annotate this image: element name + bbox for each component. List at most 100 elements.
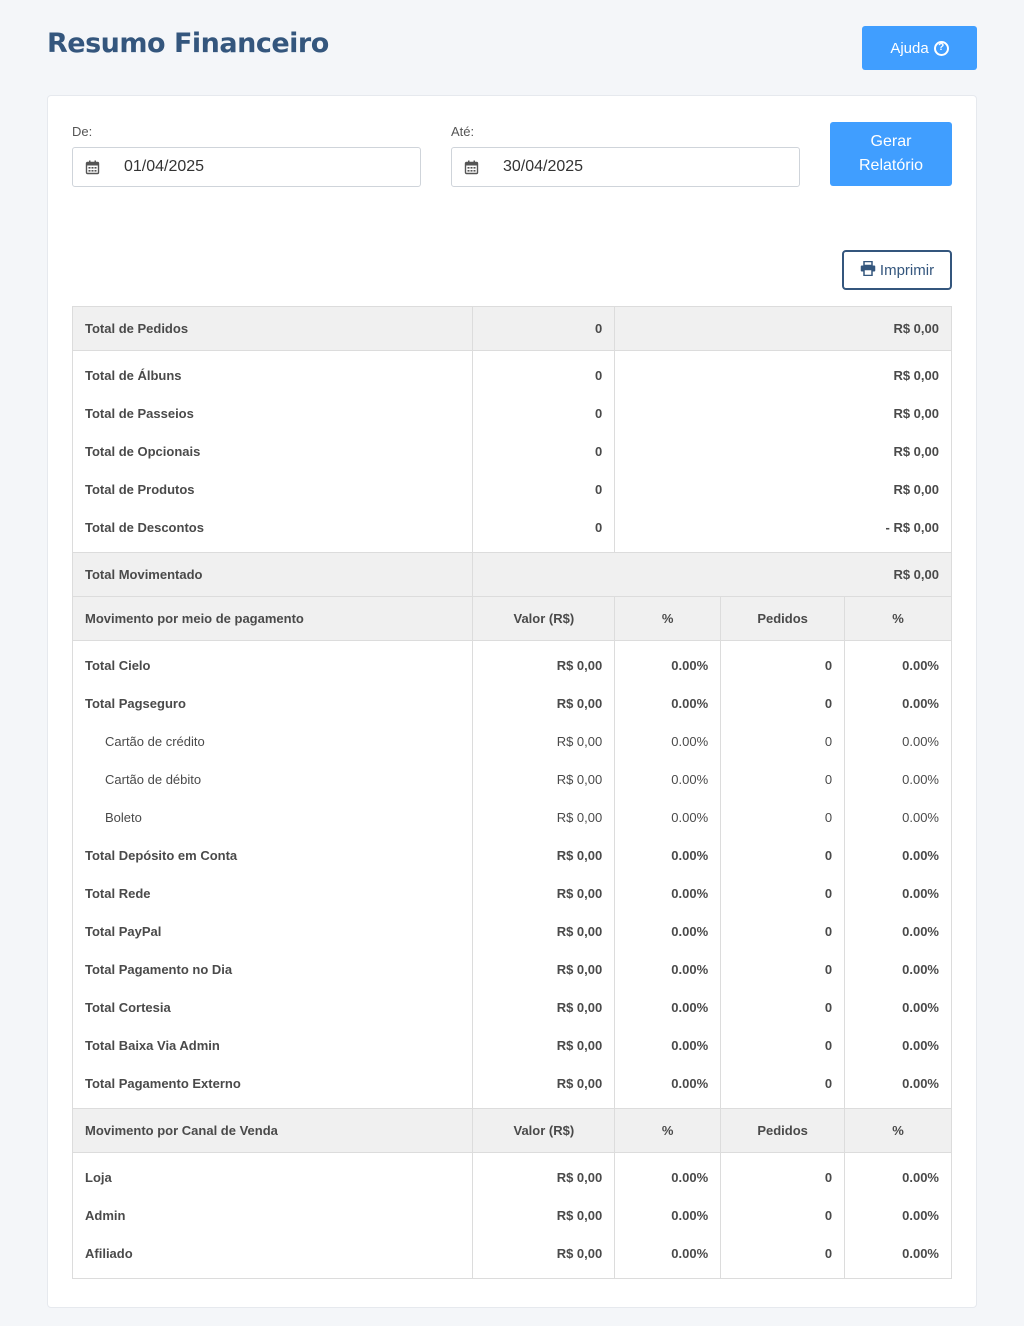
row-orders-percent: 0.00%	[844, 950, 952, 989]
generate-report-button[interactable]: Gerar Relatório	[830, 122, 952, 186]
table-row: Total PayPal R$ 0,00 0.00% 0 0.00%	[73, 912, 952, 951]
summary-count: 0	[472, 394, 615, 433]
row-orders-percent: 0.00%	[844, 1064, 952, 1109]
summary-row: Total de Passeios 0 R$ 0,00	[73, 394, 952, 433]
to-date-value: 30/04/2025	[503, 158, 584, 175]
row-percent: 0.00%	[614, 1234, 721, 1279]
row-percent: 0.00%	[614, 874, 721, 913]
total-orders-count: 0	[472, 306, 615, 351]
row-orders: 0	[720, 950, 845, 989]
row-percent: 0.00%	[614, 684, 721, 723]
help-button[interactable]: Ajuda ?	[862, 26, 977, 70]
row-percent: 0.00%	[614, 836, 721, 875]
row-orders-percent: 0.00%	[844, 640, 952, 685]
row-orders: 0	[720, 1234, 845, 1279]
summary-count: 0	[472, 432, 615, 471]
row-label: Admin	[85, 1208, 126, 1223]
total-moved-label: Total Movimentado	[72, 552, 473, 597]
row-orders-percent: 0.00%	[844, 1234, 952, 1279]
row-label: Total Cielo	[85, 658, 151, 674]
row-value: R$ 0,00	[472, 1196, 615, 1235]
row-label: Total Rede	[85, 886, 151, 901]
payments-header-row: Movimento por meio de pagamento Valor (R…	[72, 596, 952, 641]
row-orders-percent: 0.00%	[844, 722, 952, 761]
total-orders-row: Total de Pedidos 0 R$ 0,00	[72, 306, 952, 351]
to-label: Até:	[451, 124, 475, 139]
summary-value: R$ 0,00	[614, 350, 952, 395]
row-percent: 0.00%	[614, 1152, 721, 1197]
total-moved-value: R$ 0,00	[472, 552, 952, 597]
column-header: Valor (R$)	[472, 1108, 615, 1153]
column-header: %	[844, 1108, 952, 1153]
table-row: Cartão de débito R$ 0,00 0.00% 0 0.00%	[73, 760, 952, 799]
row-value: R$ 0,00	[472, 874, 615, 913]
column-header: %	[844, 596, 952, 641]
channels-rows: Loja R$ 0,00 0.00% 0 0.00% Admin R$ 0,00 0.00% 0…	[73, 1152, 952, 1279]
summary-row: Total de Álbuns 0 R$ 0,00	[73, 350, 952, 395]
from-date-value: 01/04/2025	[124, 158, 205, 175]
financial-summary-table: Total de Pedidos 0 R$ 0,00 Total de Álbu…	[72, 306, 952, 1279]
row-label: Boleto	[105, 810, 142, 825]
row-orders-percent: 0.00%	[844, 874, 952, 913]
row-orders-percent: 0.00%	[844, 1152, 952, 1197]
print-button[interactable]: Imprimir	[842, 250, 952, 290]
question-circle-icon: ?	[933, 40, 949, 56]
row-orders-percent: 0.00%	[844, 988, 952, 1027]
report-card: De: 01/04/2025 Até: 30/04/2025 Gerar Rel…	[47, 95, 977, 1308]
row-orders: 0	[720, 1026, 845, 1065]
print-button-label: Imprimir	[879, 261, 935, 279]
summary-label: Total de Opcionais	[85, 444, 201, 459]
row-value: R$ 0,00	[472, 640, 615, 685]
row-orders: 0	[720, 1152, 845, 1197]
row-value: R$ 0,00	[472, 836, 615, 875]
row-orders: 0	[720, 988, 845, 1027]
column-header: Movimento por meio de pagamento	[72, 596, 473, 641]
row-value: R$ 0,00	[472, 1152, 615, 1197]
row-orders: 0	[720, 1064, 845, 1109]
row-orders-percent: 0.00%	[844, 836, 952, 875]
row-label: Total Pagamento no Dia	[85, 962, 233, 977]
help-button-label: Ajuda	[890, 39, 929, 57]
from-date-field[interactable]: 01/04/2025	[72, 147, 421, 187]
table-row: Total Baixa Via Admin R$ 0,00 0.00% 0 0.00%	[73, 1026, 952, 1065]
column-header: Valor (R$)	[472, 596, 615, 641]
row-label: Total Pagseguro	[85, 696, 186, 711]
row-label: Total Depósito em Conta	[85, 848, 238, 863]
summary-count: 0	[472, 508, 615, 553]
row-label: Total Baixa Via Admin	[85, 1038, 220, 1053]
row-orders: 0	[720, 1196, 845, 1235]
summary-value: R$ 0,00	[614, 394, 952, 433]
row-percent: 0.00%	[614, 1064, 721, 1109]
summary-row: Total de Opcionais 0 R$ 0,00	[73, 432, 952, 471]
total-orders-value: R$ 0,00	[614, 306, 952, 351]
row-orders-percent: 0.00%	[844, 1196, 952, 1235]
row-label: Loja	[85, 1170, 112, 1186]
row-value: R$ 0,00	[472, 912, 615, 951]
row-value: R$ 0,00	[472, 988, 615, 1027]
to-date-field[interactable]: 30/04/2025	[451, 147, 800, 187]
summary-count: 0	[472, 470, 615, 509]
table-row: Total Pagamento Externo R$ 0,00 0.00% 0 0.00…	[73, 1064, 952, 1109]
row-value: R$ 0,00	[472, 798, 615, 837]
row-orders: 0	[720, 798, 845, 837]
table-row: Boleto R$ 0,00 0.00% 0 0.00%	[73, 798, 952, 837]
row-percent: 0.00%	[614, 798, 721, 837]
summary-label: Total de Descontos	[85, 519, 204, 535]
table-row: Total Pagseguro R$ 0,00 0.00% 0 0.00%	[73, 684, 952, 723]
summary-label: Total de Produtos	[85, 482, 195, 497]
row-value: R$ 0,00	[472, 950, 615, 989]
row-percent: 0.00%	[614, 1196, 721, 1235]
channels-header-row: Movimento por Canal de Venda Valor (R$) …	[72, 1108, 952, 1153]
summary-value: - R$ 0,00	[614, 508, 952, 553]
summary-label: Total de Passeios	[85, 406, 194, 421]
row-label: Total Cortesia	[85, 1000, 171, 1015]
row-percent: 0.00%	[614, 760, 721, 799]
row-label: Total PayPal	[85, 924, 162, 939]
table-row: Cartão de crédito R$ 0,00 0.00% 0 0.00%	[73, 722, 952, 761]
row-percent: 0.00%	[614, 640, 721, 685]
summary-value: R$ 0,00	[614, 432, 952, 471]
row-value: R$ 0,00	[472, 722, 615, 761]
column-header: Pedidos	[720, 1108, 845, 1153]
row-value: R$ 0,00	[472, 760, 615, 799]
row-orders: 0	[720, 874, 845, 913]
